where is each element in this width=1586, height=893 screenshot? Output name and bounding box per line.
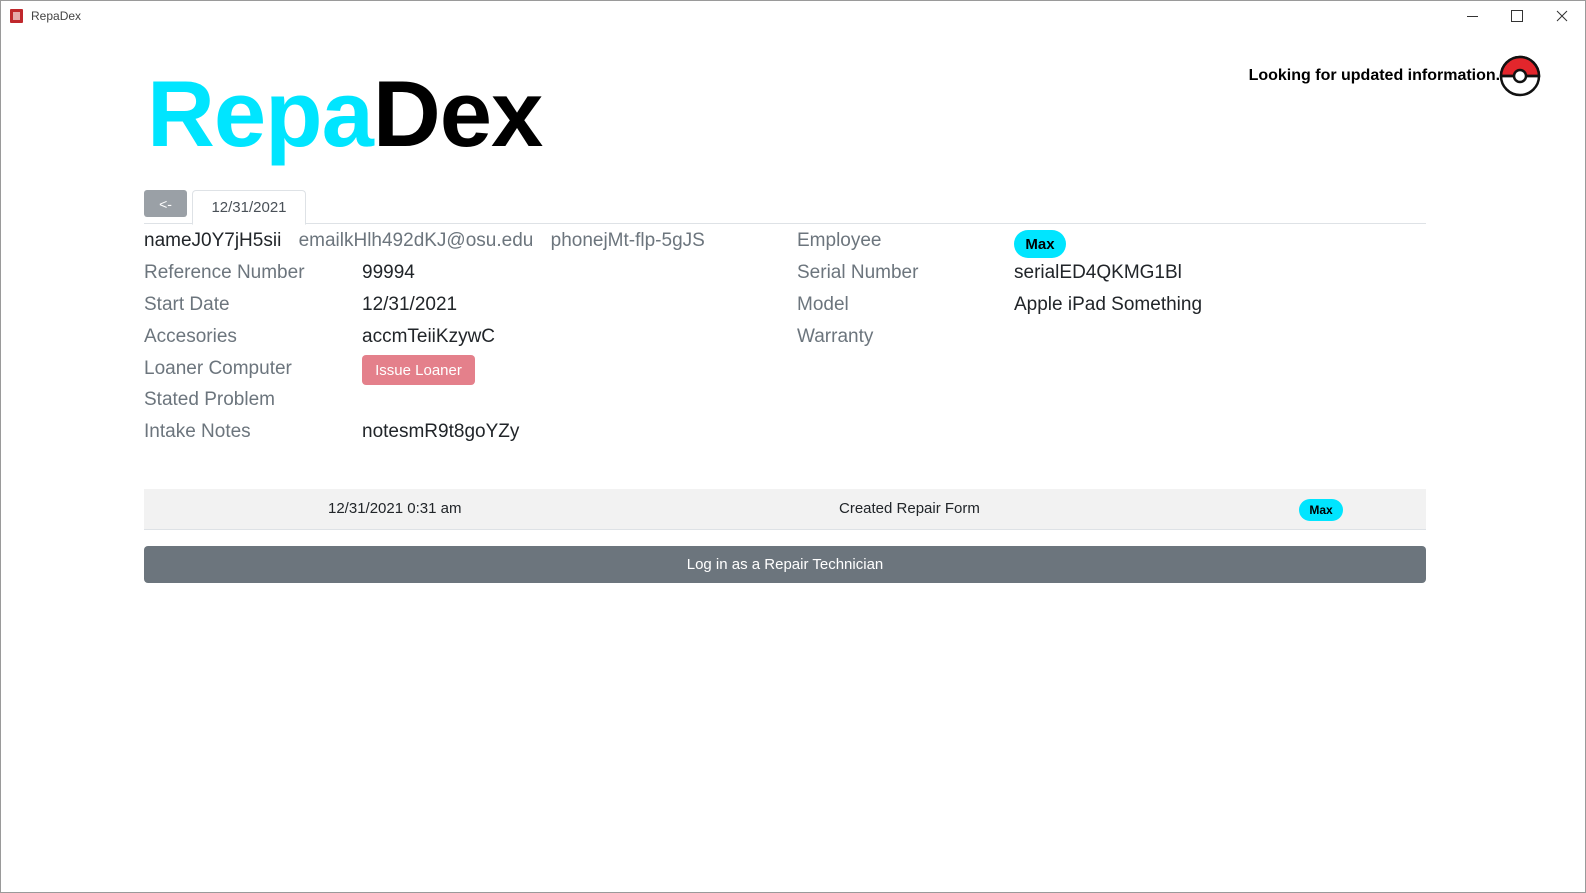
employee-label: Employee [797,230,882,251]
serial-number-value: serialED4QKMG1Bl [1014,262,1182,283]
start-date-value: 12/31/2021 [362,294,458,315]
reference-number-label: Reference Number [144,262,305,283]
logo-part-dex: Dex [372,61,543,166]
model-value: Apple iPad Something [1014,294,1203,315]
serial-number-label: Serial Number [797,262,919,283]
model-label: Model [797,294,849,315]
title-bar: RepaDex [1,1,1585,31]
close-icon [1556,10,1568,22]
issue-loaner-button[interactable]: Issue Loaner [362,355,475,385]
history-row: 12/31/2021 0:31 am Created Repair Form M… [144,489,1426,530]
app-icon [10,9,23,23]
minimize-button[interactable] [1449,1,1495,31]
customer-email: emailkHlh492dKJ@osu.edu [298,230,534,251]
tab-bar: <- 12/31/2021 [144,187,1426,225]
pokeball-icon [1499,55,1541,97]
loaner-computer-label: Loaner Computer [144,358,292,379]
employee-badge: Max [1014,230,1066,258]
warranty-label: Warranty [797,326,874,347]
intake-notes-label: Intake Notes [144,421,251,442]
close-button[interactable] [1539,1,1585,31]
maximize-icon [1511,10,1523,22]
status-text: Looking for updated information... [1248,67,1509,84]
history-employee-badge: Max [1299,499,1343,521]
logo-part-repa: Repa [147,61,374,166]
history-date: 12/31/2021 0:31 am [328,500,462,517]
history-action: Created Repair Form [839,500,980,517]
start-date-label: Start Date [144,294,230,315]
maximize-button[interactable] [1494,1,1540,31]
app-window: RepaDex RepaDex Looking for updated info… [0,0,1586,893]
customer-phone: phonejMt-flp-5gJS [550,230,705,251]
accessories-value: accmTeiiKzywC [362,326,496,347]
tab-date[interactable]: 12/31/2021 [192,190,306,225]
customer-info: nameJ0Y7jH5sii emailkHlh492dKJ@osu.edu p… [144,230,705,252]
intake-notes-value: notesmR9t8goYZy [362,421,520,442]
login-technician-button[interactable]: Log in as a Repair Technician [144,546,1426,583]
minimize-icon [1466,15,1478,17]
accessories-label: Accesories [144,326,237,347]
customer-name: nameJ0Y7jH5sii [144,230,282,251]
back-button[interactable]: <- [144,190,187,217]
stated-problem-label: Stated Problem [144,389,275,410]
reference-number-value: 99994 [362,262,415,283]
window-title: RepaDex [31,9,82,23]
app-logo: RepaDex [147,59,543,169]
